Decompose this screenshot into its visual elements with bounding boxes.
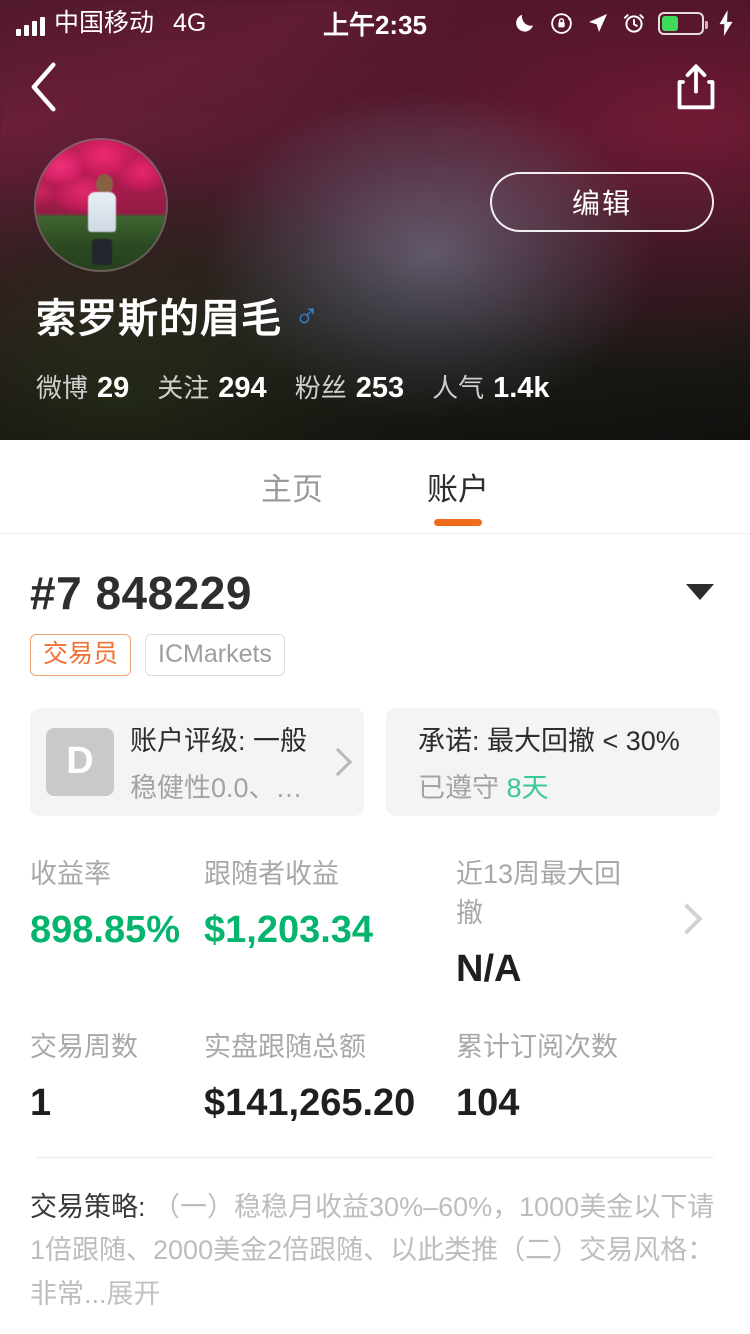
- stat-popularity-value: 1.4k: [493, 372, 550, 404]
- metric-max-drawdown-label: 近13周最大回撤: [456, 858, 622, 928]
- strategy-expand-link[interactable]: 展开: [107, 1279, 161, 1309]
- stat-followers[interactable]: 粉丝 253: [295, 368, 404, 405]
- edit-profile-label: 编辑: [571, 188, 632, 219]
- tab-homepage[interactable]: 主页: [261, 440, 323, 534]
- metrics-row-2: 交易周数 1 实盘跟随总额 $141,265.20 累计订阅次数 104: [30, 1025, 720, 1125]
- back-chevron-icon: [31, 62, 56, 112]
- account-rating-subtitle: 稳健性0.0、…: [130, 772, 303, 803]
- metric-total-subscriptions-label: 累计订阅次数: [456, 1031, 618, 1062]
- gender-male-icon: ♂: [294, 296, 320, 334]
- tab-account-label: 账户: [427, 472, 489, 507]
- metric-max-drawdown-value: N/A: [456, 947, 522, 990]
- username-label: 索罗斯的眉毛: [36, 297, 282, 341]
- stat-following-label: 关注: [157, 373, 210, 403]
- account-badges: 交易员 ICMarkets: [30, 634, 720, 676]
- promise-sub-prefix: 已遵守: [418, 772, 499, 803]
- promise-subtitle: 已遵守 8天: [418, 766, 704, 805]
- section-divider: [36, 1156, 714, 1158]
- stat-weibo-label: 微博: [36, 373, 89, 403]
- info-cards-row: D 账户评级: 一般 稳健性0.0、… 承诺: 最大回撤 < 30% 已遵守 8…: [30, 707, 720, 816]
- stat-weibo-value: 29: [97, 372, 130, 404]
- metric-return-rate: 收益率 898.85%: [30, 852, 204, 952]
- profile-stats-row: 微博 29 关注 294 粉丝 253 人气 1.4k: [36, 368, 578, 405]
- stat-following-value: 294: [218, 372, 267, 404]
- promise-text: 承诺: 最大回撤 < 30% 已遵守 8天: [418, 719, 704, 805]
- avatar[interactable]: [36, 140, 166, 270]
- account-rating-text: 账户评级: 一般 稳健性0.0、…: [130, 719, 322, 805]
- stat-followers-value: 253: [355, 372, 405, 404]
- promise-title: 承诺: 最大回撤 < 30%: [418, 725, 680, 756]
- metric-trading-weeks-value: 1: [30, 1081, 52, 1124]
- back-button[interactable]: [28, 62, 72, 112]
- metric-follower-profit-label: 跟随者收益: [204, 858, 339, 889]
- metric-total-subscriptions: 累计订阅次数 104: [456, 1025, 630, 1125]
- stat-following[interactable]: 关注 294: [157, 368, 266, 405]
- metric-follower-profit: 跟随者收益 $1,203.34: [204, 852, 456, 952]
- promise-card[interactable]: 承诺: 最大回撤 < 30% 已遵守 8天: [386, 707, 720, 816]
- share-button[interactable]: [670, 60, 722, 114]
- profile-header: 中国移动 4G 上午2:35 编辑 索罗斯的眉毛 ♂ 微博 29 关注 294 …: [0, 0, 750, 440]
- tab-account[interactable]: 账户: [427, 440, 489, 534]
- metric-total-copy-amount-value: $141,265.20: [204, 1081, 416, 1124]
- stat-followers-label: 粉丝: [294, 373, 347, 403]
- chevron-down-icon[interactable]: [686, 584, 714, 600]
- metric-max-drawdown: 近13周最大回撤 N/A: [456, 852, 630, 991]
- account-section: #7 848229 交易员 ICMarkets D 账户评级: 一般 稳健性0.…: [0, 534, 750, 1317]
- account-header-row[interactable]: #7 848229: [30, 566, 720, 620]
- account-rating-card[interactable]: D 账户评级: 一般 稳健性0.0、…: [30, 707, 364, 816]
- share-icon: [677, 64, 715, 110]
- battery-icon: [658, 11, 708, 35]
- status-bar-clock: 上午2:35: [322, 9, 428, 40]
- grade-badge: D: [46, 727, 114, 796]
- tab-homepage-label: 主页: [261, 472, 323, 507]
- chevron-right-icon: [323, 747, 353, 776]
- metric-total-subscriptions-value: 104: [456, 1081, 520, 1124]
- stat-popularity-label: 人气: [432, 373, 485, 403]
- avatar-photo: [36, 140, 166, 270]
- metric-total-copy-amount: 实盘跟随总额 $141,265.20: [204, 1025, 456, 1125]
- metrics-row-1: 收益率 898.85% 跟随者收益 $1,203.34 近13周最大回撤 N/A: [30, 852, 720, 991]
- badge-trader: 交易员: [30, 634, 132, 676]
- status-bar: 中国移动 4G 上午2:35: [0, 0, 750, 46]
- strategy-description[interactable]: 交易策略: （一）稳稳月收益30%–60%，1000美金以下请1倍跟随、2000…: [30, 1186, 720, 1317]
- badge-broker: ICMarkets: [145, 634, 285, 676]
- metric-return-rate-value: 898.85%: [30, 908, 181, 951]
- tab-active-indicator: [434, 518, 482, 526]
- metric-total-copy-amount-label: 实盘跟随总额: [204, 1031, 366, 1062]
- account-number: #7 848229: [30, 567, 252, 619]
- metrics-grid[interactable]: 收益率 898.85% 跟随者收益 $1,203.34 近13周最大回撤 N/A…: [30, 852, 720, 1125]
- edit-profile-button[interactable]: 编辑: [490, 172, 714, 232]
- stat-weibo[interactable]: 微博 29: [36, 368, 129, 405]
- app-screen: 中国移动 4G 上午2:35 编辑 索罗斯的眉毛 ♂ 微博 29 关注 294 …: [0, 0, 750, 1334]
- metric-follower-profit-value: $1,203.34: [204, 908, 374, 951]
- metric-trading-weeks: 交易周数 1: [30, 1025, 204, 1125]
- strategy-label: 交易策略:: [30, 1191, 146, 1222]
- profile-tabbar: 主页 账户: [0, 440, 750, 534]
- account-rating-title: 账户评级: 一般: [130, 725, 308, 756]
- stat-popularity[interactable]: 人气 1.4k: [432, 368, 549, 405]
- username-row: 索罗斯的眉毛 ♂: [36, 286, 320, 344]
- metric-return-rate-label: 收益率: [30, 858, 111, 889]
- promise-days-value: 8天: [506, 772, 549, 803]
- header-nav-row: [0, 52, 750, 122]
- metric-trading-weeks-label: 交易周数: [30, 1031, 138, 1062]
